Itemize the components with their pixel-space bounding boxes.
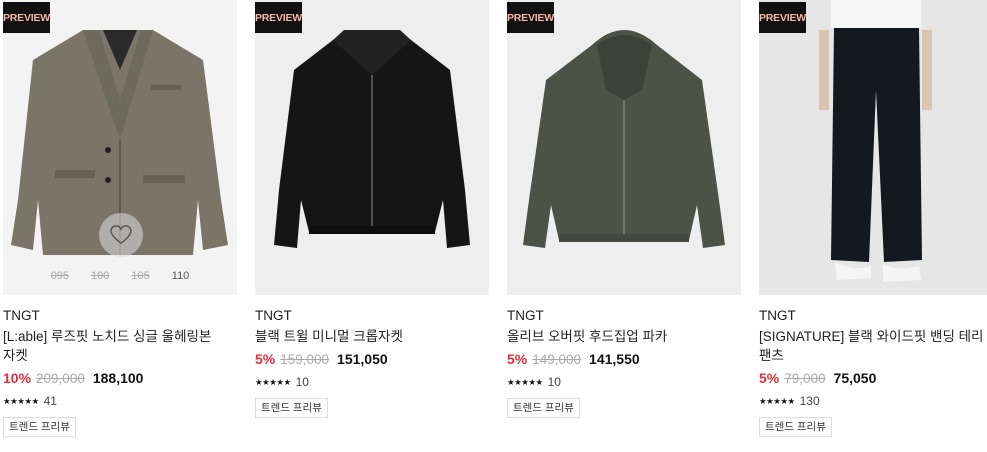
product-name[interactable]: [L:able] 루즈핏 노치드 싱글 울헤링본 자켓 bbox=[3, 327, 231, 365]
original-price: 209,000 bbox=[36, 371, 85, 386]
trend-preview-tag[interactable]: 트렌드 프리뷰 bbox=[759, 417, 832, 437]
discount-rate: 5% bbox=[255, 351, 276, 367]
discount-rate: 10% bbox=[3, 370, 32, 386]
original-price: 149,000 bbox=[532, 352, 582, 367]
size-options: 095 100 105 110 bbox=[3, 262, 237, 290]
discount-rate: 5% bbox=[507, 351, 528, 367]
preview-badge: PREVIEW bbox=[3, 2, 50, 33]
price-row: 5% 149,000 141,550 bbox=[507, 350, 741, 369]
sale-price: 141,550 bbox=[589, 351, 640, 367]
original-price: 159,000 bbox=[280, 352, 330, 367]
rating-row: ★★★★★ 10 bbox=[507, 375, 741, 389]
rating-row: ★★★★★ 41 bbox=[3, 394, 237, 408]
product-card[interactable]: PREVIEW TNGT 블랙 트윌 미니멀 크롭자켓 5% 159,000 1… bbox=[255, 0, 489, 418]
product-card[interactable]: PREVIEW 095 100 105 110 TNGT [L:able] 루즈… bbox=[3, 0, 237, 437]
size-option[interactable]: 110 bbox=[172, 270, 190, 282]
sale-price: 75,050 bbox=[833, 370, 877, 386]
rating-row: ★★★★★ 10 bbox=[255, 375, 489, 389]
star-rating-icon: ★★★★★ bbox=[507, 376, 543, 387]
trend-preview-tag[interactable]: 트렌드 프리뷰 bbox=[507, 398, 580, 418]
review-count: 10 bbox=[547, 375, 561, 389]
size-option[interactable]: 100 bbox=[91, 270, 109, 282]
review-count: 41 bbox=[43, 394, 57, 408]
size-option[interactable]: 105 bbox=[131, 270, 149, 282]
product-name[interactable]: [SIGNATURE] 블랙 와이드핏 밴딩 테리 팬츠 bbox=[759, 327, 987, 365]
olive-hood-parka-image bbox=[507, 0, 741, 295]
product-card[interactable]: PREVIEW TNGT [SIGNATURE] 블랙 와이드핏 밴딩 테리 팬… bbox=[759, 0, 987, 437]
star-rating-icon: ★★★★★ bbox=[255, 376, 291, 387]
preview-badge: PREVIEW bbox=[507, 2, 554, 33]
review-count: 10 bbox=[295, 375, 309, 389]
product-name[interactable]: 블랙 트윌 미니멀 크롭자켓 bbox=[255, 327, 483, 346]
preview-badge: PREVIEW bbox=[759, 2, 806, 33]
star-rating-icon: ★★★★★ bbox=[759, 395, 795, 406]
trend-preview-tag[interactable]: 트렌드 프리뷰 bbox=[255, 398, 328, 418]
heart-icon bbox=[110, 225, 132, 245]
star-rating-icon: ★★★★★ bbox=[3, 395, 39, 406]
product-image-area[interactable]: PREVIEW bbox=[507, 0, 741, 295]
trend-preview-tag[interactable]: 트렌드 프리뷰 bbox=[3, 417, 76, 437]
price-row: 5% 159,000 151,050 bbox=[255, 350, 489, 369]
discount-rate: 5% bbox=[759, 370, 780, 386]
brand-name[interactable]: TNGT bbox=[507, 307, 741, 324]
brand-name[interactable]: TNGT bbox=[255, 307, 489, 324]
product-grid: PREVIEW 095 100 105 110 TNGT [L:able] 루즈… bbox=[0, 0, 987, 452]
product-name[interactable]: 올리브 오버핏 후드집업 파카 bbox=[507, 327, 735, 346]
product-image-area[interactable]: PREVIEW 095 100 105 110 bbox=[3, 0, 237, 295]
price-row: 5% 79,000 75,050 bbox=[759, 369, 987, 388]
wishlist-button[interactable] bbox=[99, 213, 143, 257]
product-card[interactable]: PREVIEW TNGT 올리브 오버핏 후드집업 파카 5% 149,000 … bbox=[507, 0, 741, 418]
sale-price: 188,100 bbox=[92, 370, 144, 386]
brand-name[interactable]: TNGT bbox=[759, 307, 987, 324]
product-image-area[interactable]: PREVIEW bbox=[255, 0, 489, 295]
review-count: 130 bbox=[799, 394, 820, 408]
price-row: 10% 209,000 188,100 bbox=[3, 369, 237, 388]
product-image-area[interactable]: PREVIEW bbox=[759, 0, 987, 295]
sale-price: 151,050 bbox=[337, 351, 388, 367]
preview-badge: PREVIEW bbox=[255, 2, 302, 33]
original-price: 79,000 bbox=[784, 371, 826, 386]
black-crop-jacket-image bbox=[255, 0, 489, 295]
brand-name[interactable]: TNGT bbox=[3, 307, 237, 324]
rating-row: ★★★★★ 130 bbox=[759, 394, 987, 408]
black-wide-pants-image bbox=[759, 0, 987, 295]
size-option[interactable]: 095 bbox=[51, 270, 69, 282]
